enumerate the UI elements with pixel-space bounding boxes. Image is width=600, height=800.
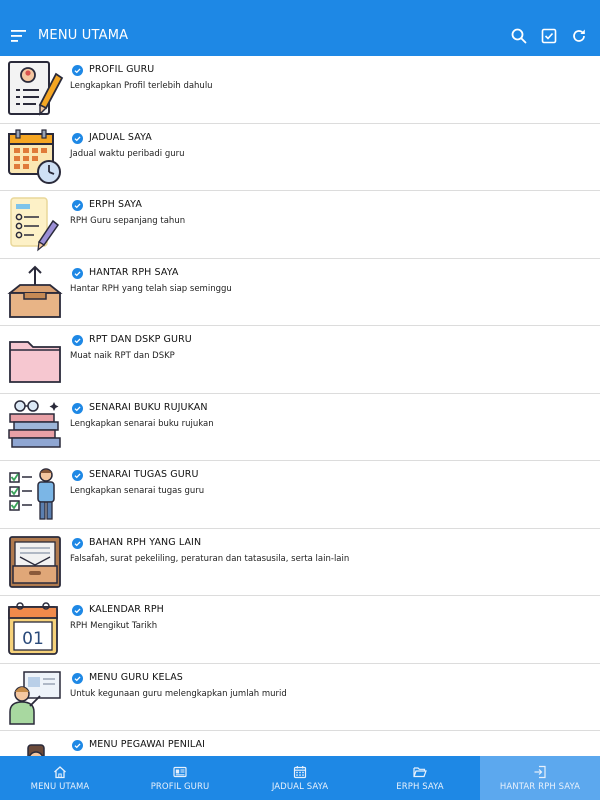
menu-item-desc: Muat naik RPT dan DSKP (70, 351, 175, 361)
nav-label: JADUAL SAYA (271, 781, 329, 792)
menu-item-desc: RPH Guru sepanjang tahun (70, 216, 186, 226)
check-circle-icon (72, 65, 83, 76)
check-circle-icon (72, 470, 83, 481)
search-icon[interactable] (504, 15, 534, 56)
teacher-board-icon (9, 670, 61, 725)
folder-icon (9, 341, 61, 383)
outbox-tray-icon (7, 265, 63, 318)
page-title: MENU UTAMA (38, 28, 129, 43)
check-circle-icon (72, 335, 83, 346)
nav-label: ERPH SAYA (396, 781, 444, 792)
check-circle-icon (72, 605, 83, 616)
menu-item-title: JADUAL SAYA (89, 131, 152, 143)
hamburger-menu-icon[interactable] (0, 15, 38, 56)
bottom-navigation: MENU UTAMA PROFIL GURU JADUAL SAYA ERPH … (0, 756, 600, 800)
menu-item-hantar-rph-saya[interactable]: HANTAR RPH SAYA Hantar RPH yang telah si… (0, 259, 600, 326)
nav-hantar-rph-saya[interactable]: HANTAR RPH SAYA (480, 756, 600, 800)
menu-item-title: RPT DAN DSKP GURU (89, 334, 192, 345)
menu-item-desc: RPH Mengikut Tarikh (70, 621, 158, 631)
menu-item-title: SENARAI BUKU RUJUKAN (89, 401, 208, 413)
menu-item-title: SENARAI TUGAS GURU (89, 469, 199, 480)
menu-item-desc: Lengkapkan Profil terlebih dahulu (70, 81, 213, 91)
submit-icon (534, 765, 546, 778)
menu-list: PROFIL GURU Lengkapkan Profil terlebih d… (0, 56, 600, 756)
app-bar: MENU UTAMA (0, 15, 600, 56)
menu-item-kalendar-rph[interactable]: 01 KALENDAR RPH RPH Mengikut Tarikh (0, 596, 600, 664)
check-circle-icon (72, 200, 83, 211)
menu-item-senarai-tugas-guru[interactable]: SENARAI TUGAS GURU Lengkapkan senarai tu… (0, 461, 600, 529)
menu-item-title: MENU PEGAWAI PENILAI (89, 739, 205, 750)
menu-item-erph-saya[interactable]: ERPH SAYA RPH Guru sepanjang tahun (0, 191, 600, 259)
check-circle-icon (72, 267, 83, 279)
menu-item-desc: Jadual waktu peribadi guru (70, 148, 185, 159)
nav-label: HANTAR RPH SAYA (499, 781, 581, 792)
open-folder-icon (413, 766, 427, 777)
books-glasses-icon (8, 399, 61, 448)
refresh-icon[interactable] (564, 15, 594, 56)
check-circle-icon (72, 740, 83, 751)
id-card-icon (173, 766, 187, 777)
menu-item-title: HANTAR RPH SAYA (89, 266, 179, 278)
menu-item-title: KALENDAR RPH (89, 604, 164, 615)
menu-item-title: BAHAN RPH YANG LAIN (89, 536, 202, 548)
checkbox-icon[interactable] (534, 15, 564, 56)
archive-drawer-icon (9, 535, 61, 588)
nav-jadual-saya[interactable]: JADUAL SAYA (240, 756, 360, 800)
status-bar (0, 0, 600, 15)
profile-document-icon (8, 61, 64, 116)
calendar-clock-icon (8, 128, 61, 184)
menu-item-title: PROFIL GURU (89, 64, 155, 75)
nav-menu-utama[interactable]: MENU UTAMA (0, 756, 120, 800)
check-circle-icon (72, 132, 83, 144)
menu-item-senarai-buku-rujukan[interactable]: SENARAI BUKU RUJUKAN Lengkapkan senarai … (0, 394, 600, 461)
check-circle-icon (72, 537, 83, 549)
nav-label: PROFIL GURU (150, 781, 210, 792)
calendar-day-number: 01 (22, 629, 44, 649)
menu-item-desc: Falsafah, surat pekeliling, peraturan da… (70, 553, 350, 564)
menu-item-menu-guru-kelas[interactable]: MENU GURU KELAS Untuk kegunaan guru mele… (0, 664, 600, 731)
menu-item-desc: Hantar RPH yang telah siap seminggu (70, 283, 232, 294)
menu-item-title: MENU GURU KELAS (89, 671, 183, 683)
home-icon (54, 765, 66, 778)
menu-item-jadual-saya[interactable]: JADUAL SAYA Jadual waktu peribadi guru (0, 124, 600, 191)
checklist-pencil-icon (10, 197, 60, 252)
task-list-person-icon (9, 468, 55, 520)
nav-erph-saya[interactable]: ERPH SAYA (360, 756, 480, 800)
nav-label: MENU UTAMA (30, 781, 90, 792)
calendar-icon (293, 765, 307, 778)
menu-item-rpt-dan-dskp-guru[interactable]: RPT DAN DSKP GURU Muat naik RPT dan DSKP (0, 326, 600, 394)
menu-item-menu-pegawai-penilai[interactable]: MENU PEGAWAI PENILAI (0, 731, 600, 756)
menu-item-desc: Untuk kegunaan guru melengkapkan jumlah … (70, 688, 287, 699)
menu-item-profil-guru[interactable]: PROFIL GURU Lengkapkan Profil terlebih d… (0, 56, 600, 124)
menu-item-bahan-rph-yang-lain[interactable]: BAHAN RPH YANG LAIN Falsafah, surat peke… (0, 529, 600, 596)
calendar-date-icon: 01 (8, 602, 58, 655)
menu-item-title: ERPH SAYA (89, 199, 142, 210)
check-circle-icon (72, 672, 83, 684)
nav-profil-guru[interactable]: PROFIL GURU (120, 756, 240, 800)
menu-item-desc: Lengkapkan senarai buku rujukan (70, 418, 214, 429)
menu-item-desc: Lengkapkan senarai tugas guru (70, 486, 205, 496)
evaluator-person-icon (27, 744, 45, 756)
check-circle-icon (72, 402, 83, 414)
